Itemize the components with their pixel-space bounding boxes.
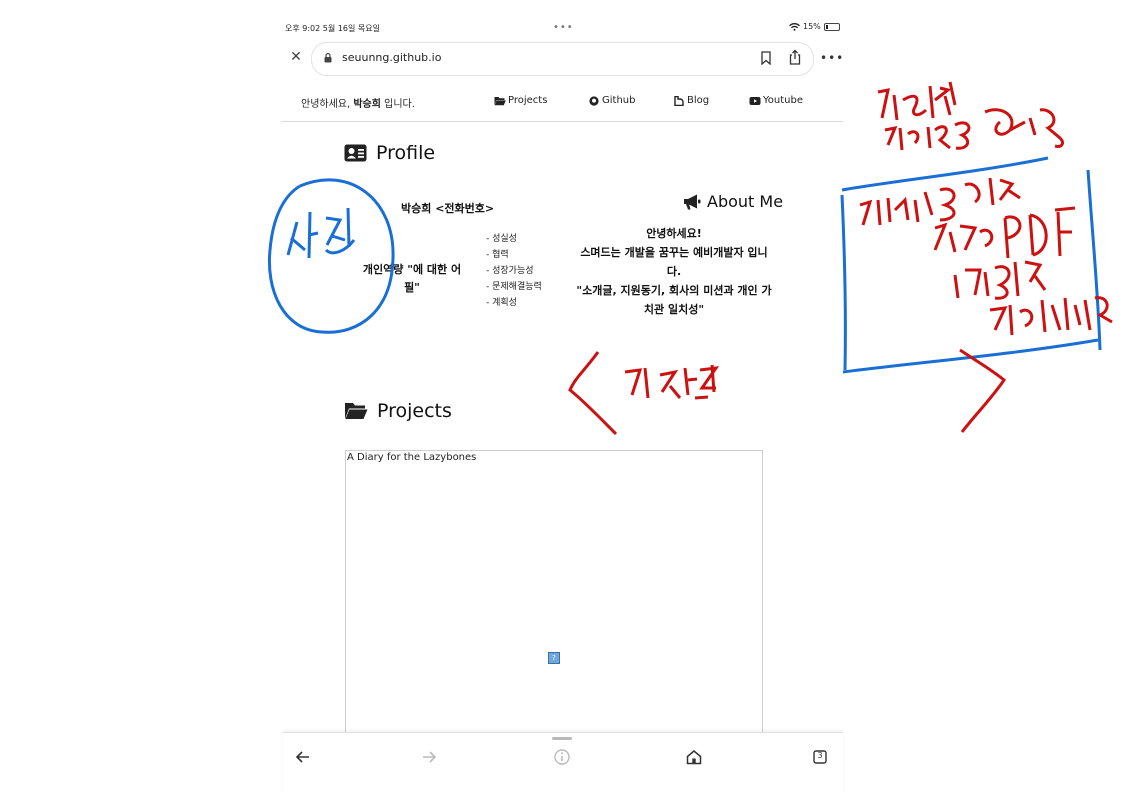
status-time-date: 오후 9:02 5월 16일 목요일 bbox=[285, 24, 380, 33]
tab-count: 3 bbox=[817, 751, 823, 760]
top-note-ink bbox=[884, 108, 1064, 151]
github-icon bbox=[589, 95, 599, 106]
projects-heading-text: Projects bbox=[377, 400, 452, 422]
battery-percent: 15% bbox=[803, 22, 821, 31]
about-line: "소개글, 지원동기, 회사의 미션과 개인 가치관 일치성" bbox=[576, 284, 772, 316]
nav-divider bbox=[281, 121, 843, 122]
competency-text: 개인역량 "에 대한 어필" bbox=[362, 263, 462, 294]
project-card-title[interactable]: A Diary for the Lazybones bbox=[347, 452, 476, 463]
list-item: - 계획성 bbox=[486, 298, 517, 308]
status-right: 15% bbox=[789, 22, 840, 31]
bookmark-icon[interactable] bbox=[760, 51, 772, 65]
megaphone-icon bbox=[684, 194, 701, 209]
about-line: 안녕하세요! bbox=[646, 227, 702, 240]
forward-icon[interactable] bbox=[420, 748, 438, 766]
broken-image-icon: ? bbox=[548, 652, 560, 664]
box-note-ink bbox=[859, 177, 1021, 226]
id-card-icon bbox=[344, 144, 367, 162]
site-greeting: 안녕하세요, 박승희 입니다. bbox=[301, 95, 415, 110]
info-icon[interactable] bbox=[553, 748, 571, 766]
nav-blog-label: Blog bbox=[687, 95, 710, 106]
box-note-ink bbox=[989, 296, 1113, 336]
nav-projects-label: Projects bbox=[508, 95, 548, 106]
more-icon[interactable]: ••• bbox=[820, 51, 844, 65]
left-chevron-ink bbox=[568, 351, 618, 436]
greeting-name: 박승희 bbox=[353, 99, 381, 110]
profile-name: 박승희 <전화번호> bbox=[401, 202, 495, 215]
note-box bbox=[840, 156, 1102, 374]
trait-list: - 성실성 - 협력 - 성장가능성 - 문제해결능력 - 계획성 bbox=[486, 231, 544, 311]
share-icon[interactable] bbox=[788, 49, 802, 65]
list-item: - 문제해결능력 bbox=[486, 282, 542, 292]
wifi-icon bbox=[789, 22, 800, 31]
about-text: 안녕하세요! 스며드는 개발을 꿈꾸는 예비개발자 입니다. "소개글, 지원동… bbox=[574, 224, 774, 319]
battery-icon bbox=[823, 22, 840, 31]
right-chevron-ink bbox=[959, 348, 1006, 433]
list-item: - 성실성 bbox=[486, 234, 517, 244]
nav-github[interactable]: Github bbox=[588, 95, 635, 106]
back-icon[interactable] bbox=[294, 748, 312, 766]
youtube-icon bbox=[749, 96, 761, 105]
nav-github-label: Github bbox=[602, 95, 636, 106]
drag-handle[interactable] bbox=[552, 737, 572, 740]
url-text[interactable]: seuunng.github.io bbox=[342, 51, 441, 64]
greeting-suffix: 입니다. bbox=[380, 99, 415, 110]
close-icon[interactable]: ✕ bbox=[288, 49, 304, 65]
lock-icon bbox=[324, 53, 332, 63]
list-item: - 협력 bbox=[486, 250, 509, 260]
photo-label-ink bbox=[286, 207, 356, 259]
nav-projects[interactable]: Projects bbox=[494, 95, 547, 106]
folder-open-icon bbox=[494, 96, 506, 105]
profile-heading: Profile bbox=[344, 142, 435, 164]
about-line: 스며드는 개발을 꿈꾸는 예비개발자 입니다. bbox=[580, 246, 768, 278]
photo-circle bbox=[267, 178, 395, 334]
box-note-ink bbox=[933, 206, 1076, 259]
projects-heading: Projects bbox=[344, 400, 452, 422]
multitask-dots[interactable]: ••• bbox=[553, 22, 574, 33]
mid-note-ink bbox=[624, 364, 720, 400]
greeting-prefix: 안녕하세요, bbox=[301, 99, 354, 110]
list-item: - 성장가능성 bbox=[486, 266, 534, 276]
box-note-ink bbox=[953, 260, 1047, 300]
nav-blog[interactable]: Blog bbox=[673, 95, 709, 106]
profile-heading-text: Profile bbox=[376, 142, 436, 164]
about-heading: About Me bbox=[683, 192, 783, 211]
blog-icon bbox=[674, 95, 684, 106]
tabs-icon[interactable]: 3 bbox=[811, 748, 829, 766]
nav-youtube-label: Youtube bbox=[763, 95, 803, 106]
folder-open-icon bbox=[345, 403, 368, 419]
about-heading-text: About Me bbox=[707, 192, 784, 211]
home-icon[interactable] bbox=[685, 748, 703, 766]
project-card[interactable] bbox=[345, 450, 763, 741]
nav-youtube[interactable]: Youtube bbox=[749, 95, 803, 106]
top-note-ink bbox=[877, 81, 957, 121]
